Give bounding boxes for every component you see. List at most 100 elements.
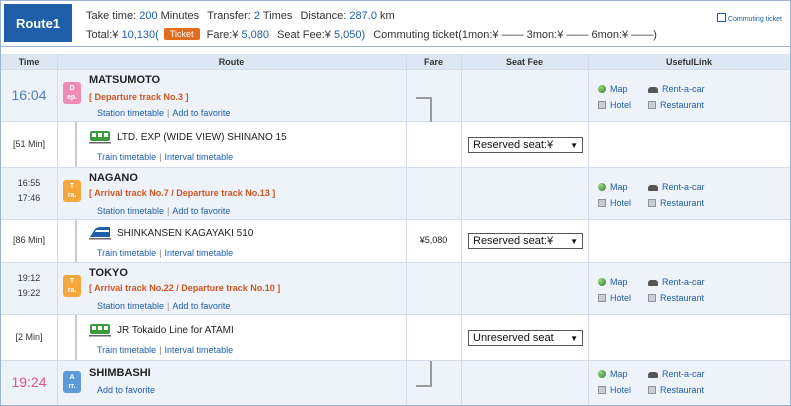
station-links: Add to favorite bbox=[97, 385, 155, 395]
restaurant-icon bbox=[648, 294, 656, 302]
seat-type-select[interactable]: Reserved seat:¥ ▼ bbox=[468, 233, 583, 249]
station-timetable-link[interactable]: Station timetable bbox=[97, 206, 164, 216]
seat-type-select[interactable]: Unreserved seat ▼ bbox=[468, 330, 583, 346]
transfer-badge-icon: Tra. bbox=[63, 180, 81, 202]
ticket-button[interactable]: Ticket bbox=[163, 28, 200, 40]
track-info: [ Arrival track No.22 / Departure track … bbox=[89, 283, 281, 293]
seat-type-value: Reserved seat:¥ bbox=[473, 139, 554, 151]
route-tab[interactable]: Route1 bbox=[4, 4, 72, 42]
add-to-favorite-link[interactable]: Add to favorite bbox=[172, 108, 230, 118]
commuting-ticket-text: Commuting ticket(1mon:¥ ―― 3mon:¥ ―― 6mo… bbox=[373, 29, 657, 41]
times-label: Times bbox=[262, 10, 293, 22]
restaurant-link[interactable]: Restaurant bbox=[648, 293, 704, 303]
interval-timetable-link[interactable]: Interval timetable bbox=[165, 248, 234, 258]
restaurant-icon bbox=[648, 101, 656, 109]
distance-value: 287.0 bbox=[349, 10, 377, 22]
segment-duration: [2 Min] bbox=[15, 332, 43, 342]
train-timetable-link[interactable]: Train timetable bbox=[97, 152, 156, 162]
segment-row: [51 Min] LTD. EXP (WIDE VIEW) SHINANO 15… bbox=[1, 122, 790, 168]
header-fare: Fare bbox=[406, 54, 462, 69]
map-link[interactable]: Map bbox=[598, 277, 628, 287]
segment-row: [2 Min] JR Tokaido Line for ATAMI Train … bbox=[1, 315, 790, 361]
train-name[interactable]: LTD. EXP (WIDE VIEW) SHINANO 15 bbox=[117, 132, 287, 143]
map-link[interactable]: Map bbox=[598, 182, 628, 192]
hotel-link[interactable]: Hotel bbox=[598, 198, 631, 208]
station-row: 19:24 Arr. SHIMBASHI Add to favorite Map… bbox=[1, 361, 790, 405]
car-icon bbox=[648, 87, 658, 93]
header-time: Time bbox=[1, 54, 58, 69]
arrival-time: 16:55 bbox=[17, 178, 41, 188]
dropdown-arrow-icon: ▼ bbox=[570, 236, 578, 246]
car-icon bbox=[648, 372, 658, 378]
add-to-favorite-link[interactable]: Add to favorite bbox=[97, 385, 155, 395]
station-row: 16:55 17:46 Tra. NAGANO [ Arrival track … bbox=[1, 168, 790, 220]
segment-duration: [86 Min] bbox=[12, 235, 45, 245]
summary-line-2: Total:¥ 10,130( Ticket Fare:¥ 5,080 Seat… bbox=[86, 28, 657, 41]
hotel-icon bbox=[598, 101, 606, 109]
globe-icon bbox=[598, 278, 606, 286]
restaurant-link[interactable]: Restaurant bbox=[648, 198, 704, 208]
rent-a-car-link[interactable]: Rent-a-car bbox=[648, 182, 705, 192]
rent-a-car-link[interactable]: Rent-a-car bbox=[648, 369, 705, 379]
rent-a-car-link[interactable]: Rent-a-car bbox=[648, 84, 705, 94]
route-line bbox=[75, 220, 77, 262]
add-to-favorite-link[interactable]: Add to favorite bbox=[172, 206, 230, 216]
train-name[interactable]: JR Tokaido Line for ATAMI bbox=[117, 325, 234, 336]
track-info: [ Departure track No.3 ] bbox=[89, 92, 189, 102]
table-header: Time Route Fare Seat Fee UsefulLink bbox=[1, 54, 790, 70]
rent-a-car-link[interactable]: Rent-a-car bbox=[648, 277, 705, 287]
train-timetable-link[interactable]: Train timetable bbox=[97, 345, 156, 355]
seat-fee-value: 5,050 bbox=[333, 29, 362, 41]
hotel-icon bbox=[598, 294, 606, 302]
restaurant-link[interactable]: Restaurant bbox=[648, 100, 704, 110]
station-links: Station timetable | Add to favorite bbox=[97, 108, 231, 118]
track-info: [ Arrival track No.7 / Departure track N… bbox=[89, 188, 276, 198]
departure-time: 17:46 bbox=[17, 193, 41, 203]
train-links: Train timetable | Interval timetable bbox=[97, 248, 234, 258]
km-label: km bbox=[380, 10, 395, 22]
fare-value: 5,080 bbox=[241, 29, 269, 41]
station-timetable-link[interactable]: Station timetable bbox=[97, 108, 164, 118]
header-seat-fee: Seat Fee bbox=[461, 54, 589, 69]
globe-icon bbox=[598, 85, 606, 93]
fare-label: Fare:¥ bbox=[206, 29, 239, 41]
arrival-time: 19:12 bbox=[17, 273, 41, 283]
hotel-link[interactable]: Hotel bbox=[598, 385, 631, 395]
station-links: Station timetable | Add to favorite bbox=[97, 206, 231, 216]
route-panel: Route1 Take time: 200 Minutes Transfer: … bbox=[0, 0, 791, 406]
hotel-link[interactable]: Hotel bbox=[598, 293, 631, 303]
interval-timetable-link[interactable]: Interval timetable bbox=[165, 152, 234, 162]
route-line bbox=[75, 315, 77, 360]
commuting-ticket-link-label: Commuting ticket bbox=[727, 16, 782, 23]
take-time-value: 200 bbox=[139, 10, 158, 22]
header-route: Route bbox=[57, 54, 407, 69]
train-links: Train timetable | Interval timetable bbox=[97, 345, 234, 355]
dropdown-arrow-icon: ▼ bbox=[570, 140, 578, 150]
departure-time: 19:22 bbox=[17, 288, 41, 298]
station-name[interactable]: MATSUMOTO bbox=[89, 74, 160, 86]
car-icon bbox=[648, 185, 658, 191]
restaurant-link[interactable]: Restaurant bbox=[648, 385, 704, 395]
station-row: 16:04 Dep. MATSUMOTO [ Departure track N… bbox=[1, 70, 790, 139]
seat-type-select[interactable]: Reserved seat:¥ ▼ bbox=[468, 137, 583, 153]
hotel-link[interactable]: Hotel bbox=[598, 100, 631, 110]
commuting-ticket-link[interactable]: Commuting ticket bbox=[716, 13, 782, 23]
seat-fee-label: Seat Fee:¥ bbox=[277, 29, 331, 41]
station-links: Station timetable | Add to favorite bbox=[97, 301, 231, 311]
map-link[interactable]: Map bbox=[598, 369, 628, 379]
train-name[interactable]: SHINKANSEN KAGAYAKI 510 bbox=[117, 228, 253, 239]
route-summary: Route1 Take time: 200 Minutes Transfer: … bbox=[1, 1, 790, 47]
commuting-ticket-icon bbox=[716, 13, 726, 22]
map-link[interactable]: Map bbox=[598, 84, 628, 94]
station-name[interactable]: TOKYO bbox=[89, 267, 128, 279]
station-name[interactable]: NAGANO bbox=[89, 172, 138, 184]
distance-label: Distance: bbox=[300, 10, 347, 22]
station-name[interactable]: SHIMBASHI bbox=[89, 367, 151, 379]
transfer-value: 2 bbox=[253, 10, 261, 22]
station-timetable-link[interactable]: Station timetable bbox=[97, 301, 164, 311]
segment-duration: [51 Min] bbox=[12, 139, 45, 149]
train-timetable-link[interactable]: Train timetable bbox=[97, 248, 156, 258]
interval-timetable-link[interactable]: Interval timetable bbox=[165, 345, 234, 355]
globe-icon bbox=[598, 370, 606, 378]
add-to-favorite-link[interactable]: Add to favorite bbox=[172, 301, 230, 311]
